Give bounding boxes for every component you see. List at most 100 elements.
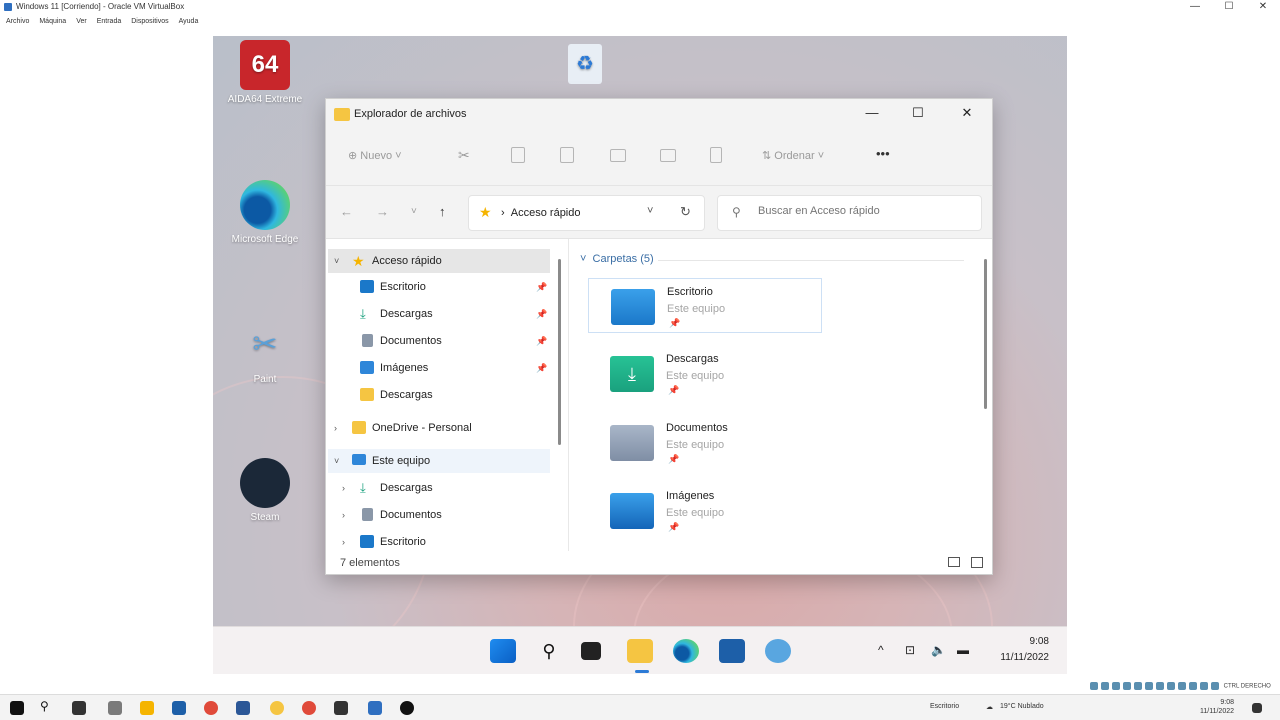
- rename-icon[interactable]: [610, 149, 626, 162]
- cut-icon[interactable]: ✂: [458, 147, 470, 164]
- search-icon[interactable]: ⚲: [536, 639, 562, 663]
- network-icon[interactable]: ⊡: [905, 643, 915, 657]
- settings-app-icon[interactable]: [765, 639, 791, 663]
- address-dropdown-icon[interactable]: ˅: [647, 205, 653, 217]
- status-icon[interactable]: [1101, 682, 1109, 690]
- nav-item-this-pc[interactable]: ˅ Este equipo: [328, 449, 550, 473]
- host-app-icon[interactable]: [400, 701, 414, 715]
- menu-ayuda[interactable]: Ayuda: [179, 16, 199, 28]
- search-input[interactable]: [758, 205, 968, 217]
- nav-item-documentos[interactable]: Documentos 📌: [328, 329, 550, 353]
- pane-splitter[interactable]: [568, 239, 569, 551]
- expand-icon[interactable]: ›: [342, 530, 345, 554]
- status-icon[interactable]: [1167, 682, 1175, 690]
- status-icon[interactable]: [1189, 682, 1197, 690]
- expand-icon[interactable]: ›: [342, 476, 345, 500]
- more-options-button[interactable]: •••: [876, 146, 890, 161]
- refresh-icon[interactable]: ↻: [680, 204, 691, 220]
- status-icon[interactable]: [1090, 682, 1098, 690]
- host-app-icon[interactable]: [270, 701, 284, 715]
- folder-tile-imagenes[interactable]: Imágenes Este equipo 📌: [588, 483, 822, 538]
- host-app-icon[interactable]: [334, 701, 348, 715]
- host-clock[interactable]: 9:08 11/11/2022: [1200, 698, 1234, 716]
- nav-item-descargas-folder[interactable]: Descargas: [328, 383, 550, 407]
- status-icon[interactable]: [1112, 682, 1120, 690]
- folder-tile-documentos[interactable]: Documentos Este equipo 📌: [588, 415, 822, 470]
- details-view-icon[interactable]: [948, 557, 960, 567]
- host-maximize-button[interactable]: ☐: [1212, 0, 1246, 14]
- store-icon[interactable]: [719, 639, 745, 663]
- delete-icon[interactable]: [710, 147, 722, 163]
- battery-icon[interactable]: ▬: [957, 643, 969, 657]
- nav-item-escritorio[interactable]: Escritorio 📌: [328, 275, 550, 299]
- sort-button[interactable]: ⇅ Ordenar ˅: [762, 149, 824, 162]
- status-icon[interactable]: [1211, 682, 1219, 690]
- chevron-up-icon[interactable]: ^: [878, 643, 884, 657]
- search-box[interactable]: ⚲: [717, 195, 982, 231]
- host-taskview-icon[interactable]: [72, 701, 86, 715]
- task-view-icon[interactable]: [581, 642, 601, 660]
- address-box[interactable]: ★ › Acceso rápido ˅ ↻: [468, 195, 705, 231]
- tiles-view-icon[interactable]: [971, 557, 983, 568]
- menu-ver[interactable]: Ver: [76, 16, 87, 28]
- host-close-button[interactable]: ✕: [1246, 0, 1280, 14]
- paste-icon[interactable]: [560, 147, 574, 163]
- collapse-icon[interactable]: ˅: [334, 249, 339, 273]
- status-icon[interactable]: [1200, 682, 1208, 690]
- forward-arrow-icon[interactable]: →: [376, 204, 389, 219]
- status-icon[interactable]: [1178, 682, 1186, 690]
- recent-chevron-icon[interactable]: ˅: [411, 206, 417, 217]
- nav-item-descargas[interactable]: ⤓ Descargas 📌: [328, 302, 550, 326]
- host-app-icon[interactable]: [236, 701, 250, 715]
- nav-item-pc-documentos[interactable]: › Documentos: [328, 503, 550, 527]
- status-icon[interactable]: [1156, 682, 1164, 690]
- desktop-icon-recycle-bin[interactable]: ♻: [565, 44, 605, 88]
- windows-start-icon[interactable]: [490, 639, 516, 663]
- host-app-icon[interactable]: [172, 701, 186, 715]
- maximize-button[interactable]: ☐: [898, 105, 938, 121]
- menu-dispositivos[interactable]: Dispositivos: [131, 16, 168, 28]
- nav-item-pc-descargas[interactable]: › ⤓ Descargas: [328, 476, 550, 500]
- menu-entrada[interactable]: Entrada: [97, 16, 122, 28]
- close-button[interactable]: ✕: [947, 105, 987, 121]
- desktop-icon-paint[interactable]: ✂ Paint: [215, 320, 315, 385]
- copy-icon[interactable]: [511, 147, 525, 163]
- weather-label[interactable]: 19°C Nublado: [1000, 703, 1044, 710]
- status-icon[interactable]: [1145, 682, 1153, 690]
- new-button[interactable]: ⊕ Nuevo ˅: [348, 149, 402, 162]
- desktop-icon-aida64[interactable]: 64 AIDA64 Extreme: [215, 40, 315, 105]
- nav-item-quick-access[interactable]: ˅ ★ Acceso rápido: [328, 249, 550, 273]
- nav-item-imagenes[interactable]: Imágenes 📌: [328, 356, 550, 380]
- collapse-icon[interactable]: ˅: [334, 449, 339, 473]
- back-arrow-icon[interactable]: ←: [340, 204, 353, 219]
- expand-icon[interactable]: ›: [342, 503, 345, 527]
- nav-item-onedrive[interactable]: › OneDrive - Personal: [328, 416, 550, 440]
- desktop-icon-steam[interactable]: Steam: [215, 458, 315, 523]
- file-explorer-taskbar-icon[interactable]: [627, 639, 653, 663]
- share-icon[interactable]: [660, 149, 676, 162]
- up-arrow-icon[interactable]: ↑: [439, 204, 446, 219]
- status-icon[interactable]: [1123, 682, 1131, 690]
- edge-taskbar-icon[interactable]: [673, 639, 699, 663]
- virtualbox-taskbar-icon[interactable]: [368, 701, 382, 715]
- host-app-icon[interactable]: [108, 701, 122, 715]
- minimize-button[interactable]: —: [852, 105, 892, 120]
- nav-scrollbar[interactable]: [558, 259, 561, 445]
- group-header[interactable]: ˅ Carpetas (5): [580, 253, 654, 265]
- guest-clock[interactable]: 9:08 11/11/2022: [1000, 634, 1049, 666]
- nav-item-pc-escritorio[interactable]: › Escritorio: [328, 530, 550, 554]
- host-search-icon[interactable]: ⚲: [40, 699, 54, 713]
- folder-tile-escritorio[interactable]: Escritorio Este equipo 📌: [588, 278, 822, 333]
- notification-icon[interactable]: [1252, 703, 1262, 713]
- expand-icon[interactable]: ›: [334, 416, 337, 440]
- chrome-icon[interactable]: [302, 701, 316, 715]
- menu-maquina[interactable]: Máquina: [39, 16, 66, 28]
- volume-icon[interactable]: 🔈: [931, 643, 946, 657]
- status-icon[interactable]: [1134, 682, 1142, 690]
- host-start-icon[interactable]: [10, 701, 24, 715]
- host-minimize-button[interactable]: —: [1178, 0, 1212, 14]
- menu-archivo[interactable]: Archivo: [6, 16, 29, 28]
- content-scrollbar[interactable]: [984, 259, 987, 409]
- folder-tile-descargas[interactable]: ⤓ Descargas Este equipo 📌: [588, 346, 822, 401]
- host-app-icon[interactable]: [140, 701, 154, 715]
